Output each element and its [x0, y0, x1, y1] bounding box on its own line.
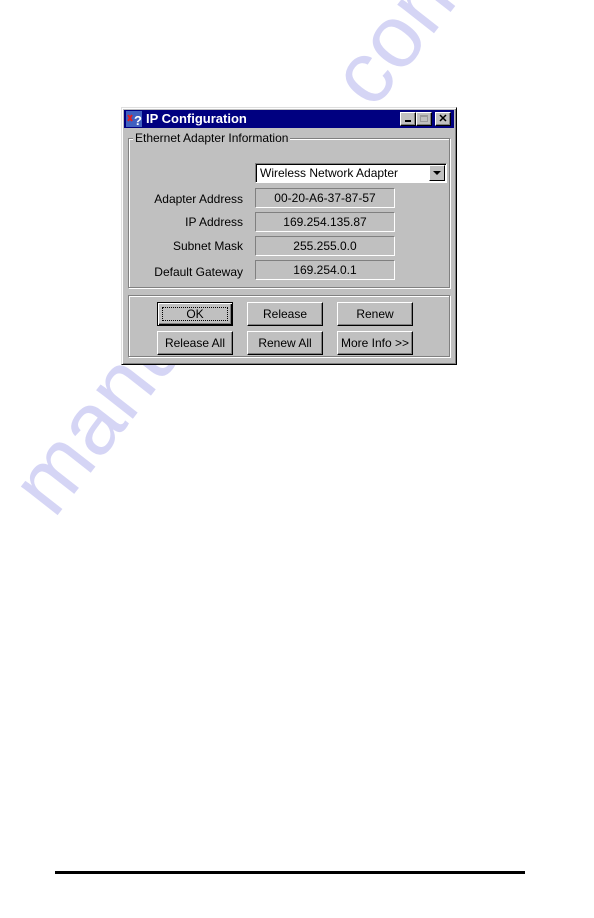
- ok-button-label: OK: [186, 307, 204, 321]
- renew-button[interactable]: Renew: [337, 302, 413, 326]
- adapter-info-group: Ethernet Adapter Information Wireless Ne…: [128, 131, 450, 288]
- chevron-down-icon: [433, 171, 441, 175]
- adapter-select[interactable]: Wireless Network Adapter: [255, 163, 447, 183]
- renew-all-button-label: Renew All: [258, 336, 312, 350]
- svg-text:?: ?: [134, 113, 142, 127]
- ip-configuration-dialog: ? IP Configuration ✕ Ethernet Adapter In…: [121, 107, 457, 365]
- page-footer-rule: [55, 871, 525, 874]
- subnet-mask-label: Subnet Mask: [172, 239, 243, 253]
- window-title: IP Configuration: [146, 111, 247, 126]
- maximize-icon: [420, 115, 428, 122]
- adapter-address-value: 00-20-A6-37-87-57: [255, 188, 395, 208]
- maximize-button[interactable]: [416, 112, 432, 126]
- release-button-label: Release: [262, 307, 308, 321]
- default-gateway-label: Default Gateway: [154, 265, 243, 279]
- release-all-button-label: Release All: [164, 336, 226, 350]
- renew-all-button[interactable]: Renew All: [247, 331, 323, 355]
- ok-button[interactable]: OK: [157, 302, 233, 326]
- button-panel: OK Release Renew Release All Renew All M…: [128, 295, 450, 357]
- minimize-icon: [405, 120, 411, 122]
- title-bar[interactable]: ? IP Configuration ✕: [124, 110, 454, 128]
- adapter-address-label: Adapter Address: [154, 192, 243, 206]
- ip-address-label: IP Address: [185, 215, 243, 229]
- release-all-button[interactable]: Release All: [157, 331, 233, 355]
- minimize-button[interactable]: [400, 112, 416, 126]
- subnet-mask-value: 255.255.0.0: [255, 236, 395, 256]
- adapter-select-dropdown-button[interactable]: [429, 165, 445, 181]
- more-info-button[interactable]: More Info >>: [337, 331, 413, 355]
- default-gateway-value: 169.254.0.1: [255, 260, 395, 280]
- more-info-button-label: More Info >>: [340, 336, 410, 350]
- ip-config-question-icon: ?: [126, 111, 142, 128]
- renew-button-label: Renew: [356, 307, 394, 321]
- group-label: Ethernet Adapter Information: [133, 131, 291, 145]
- release-button[interactable]: Release: [247, 302, 323, 326]
- ip-address-value: 169.254.135.87: [255, 212, 395, 232]
- close-button[interactable]: ✕: [435, 112, 451, 126]
- close-icon: ✕: [438, 113, 448, 125]
- adapter-select-value: Wireless Network Adapter: [260, 166, 399, 180]
